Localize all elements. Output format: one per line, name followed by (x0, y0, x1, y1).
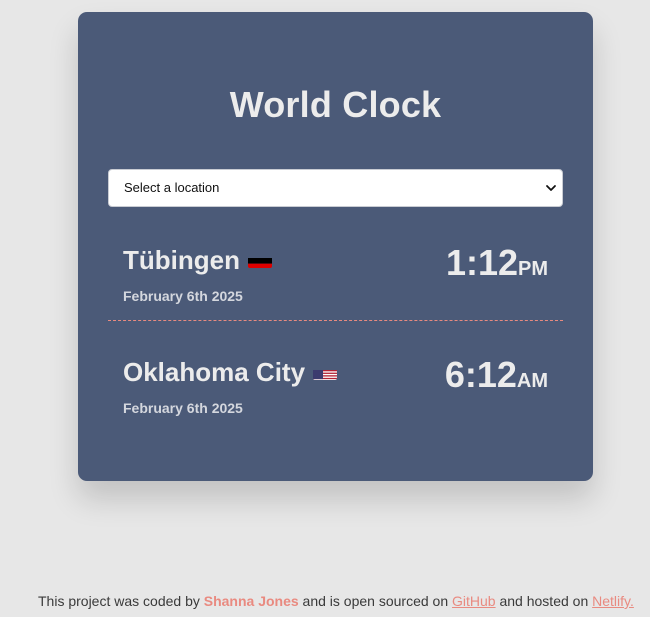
city-name: Tübingen (123, 245, 272, 276)
city-time: 6:12AM (445, 354, 548, 396)
time-hours-minutes: 6:12 (444, 354, 517, 395)
chevron-down-icon (546, 185, 556, 191)
author-link[interactable]: Shanna Jones (204, 593, 299, 609)
usa-flag-icon (313, 363, 338, 380)
time-ampm: PM (518, 258, 548, 280)
location-select-value: Select a location (124, 180, 220, 195)
footer-text: This project was coded by (38, 593, 204, 609)
city-name: Oklahoma City (123, 357, 338, 388)
city-name-text: Oklahoma City (123, 357, 306, 387)
city-date: February 6th 2025 (123, 288, 243, 304)
city-row-tubingen: Tübingen February 6th 2025 1:12PM (108, 223, 563, 321)
city-name-text: Tübingen (123, 245, 240, 275)
city-row-oklahoma-city: Oklahoma City February 6th 2025 6:12AM (108, 335, 563, 433)
netlify-link[interactable]: Netlify. (592, 593, 634, 609)
city-time: 1:12PM (446, 242, 548, 284)
time-hours-minutes: 1:12 (445, 242, 518, 283)
germany-flag-icon (247, 251, 272, 268)
page-title: World Clock (229, 84, 442, 125)
footer-text: and is open sourced on (298, 593, 453, 609)
world-clock-card: World Clock Select a location Tübingen F… (78, 12, 593, 481)
time-ampm: AM (516, 370, 548, 392)
location-select[interactable]: Select a location (108, 169, 563, 207)
city-date: February 6th 2025 (123, 400, 243, 416)
footer-text: and hosted on (495, 593, 593, 609)
github-link[interactable]: GitHub (452, 593, 496, 609)
